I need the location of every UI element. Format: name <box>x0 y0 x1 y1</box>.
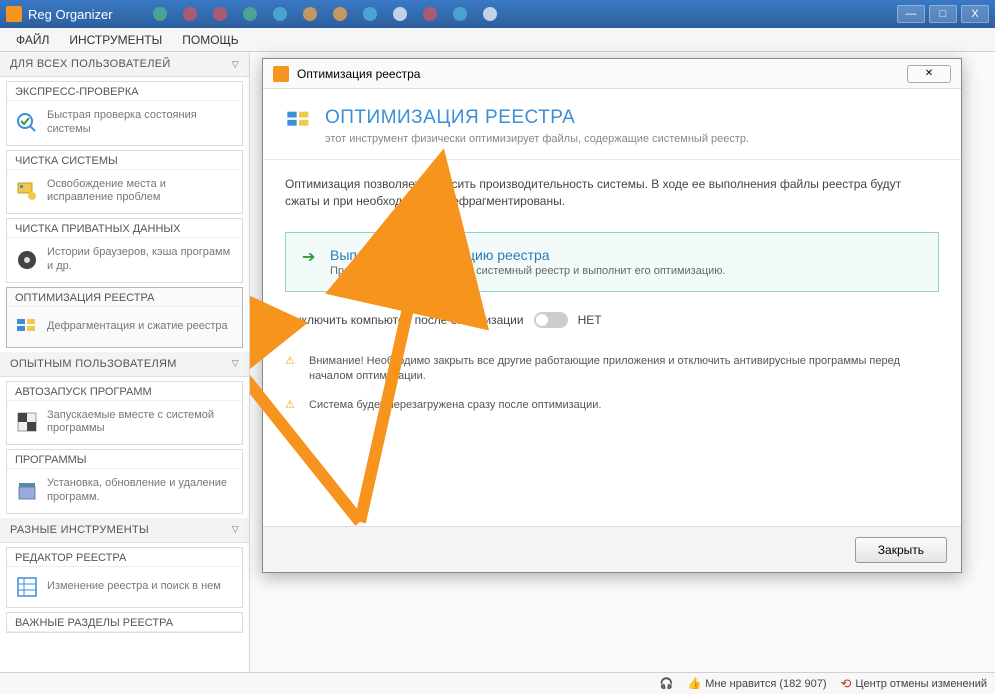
registry-header-icon <box>285 107 313 135</box>
minimize-button[interactable]: — <box>897 5 925 23</box>
thumb-up-icon: 👍 <box>688 677 702 690</box>
sidebar-item-registry-editor[interactable]: РЕДАКТОР РЕЕСТРА Изменение реестра и пои… <box>6 547 243 608</box>
run-optimization-button[interactable]: ➔ Выполнить оптимизацию реестра Программ… <box>285 232 939 292</box>
dialog-footer: Закрыть <box>263 526 961 572</box>
content-area: ◀ ▶ Оптимизация реестра ✕ ОПТИМИЗАЦИЯ РЕ… <box>250 52 995 672</box>
section-label: ДЛЯ ВСЕХ ПОЛЬЗОВАТЕЛЕЙ <box>10 58 171 70</box>
undo-label: Центр отмены изменений <box>855 678 987 690</box>
card-title: ЧИСТКА ПРИВАТНЫХ ДАННЫХ <box>7 219 242 238</box>
arrow-right-icon: ➔ <box>302 247 318 277</box>
warning-1: ⚠ Внимание! Необходимо закрыть все други… <box>285 354 939 385</box>
chevron-down-icon: ▽ <box>232 59 239 70</box>
card-desc: Запускаемые вместе с системой программы <box>47 409 234 437</box>
chevron-down-icon: ▽ <box>232 358 239 369</box>
shutdown-label: Выключить компьютер после оптимизации <box>285 313 524 327</box>
card-title: РЕДАКТОР РЕЕСТРА <box>7 548 242 567</box>
app-icon <box>6 6 22 22</box>
sidebar-item-autorun[interactable]: АВТОЗАПУСК ПРОГРАММ Запускаемые вместе с… <box>6 381 243 446</box>
warning-text: Система будет перезагружена сразу после … <box>309 398 601 413</box>
broom-icon <box>15 179 39 203</box>
chevron-down-icon: ▽ <box>232 524 239 535</box>
card-desc: Освобождение места и исправление проблем <box>47 178 234 206</box>
card-desc: Дефрагментация и сжатие реестра <box>47 320 228 334</box>
action-desc: Программа проанализирует системный реест… <box>330 265 726 277</box>
shutdown-toggle-row: Выключить компьютер после оптимизации НЕ… <box>285 312 939 328</box>
sidebar-item-programs[interactable]: ПРОГРАММЫ Установка, обновление и удален… <box>6 449 243 514</box>
card-title: ЧИСТКА СИСТЕМЫ <box>7 151 242 170</box>
statusbar: 🎧 👍 Мне нравится (182 907) ⟲ Центр отмен… <box>0 672 995 694</box>
section-all-users[interactable]: ДЛЯ ВСЕХ ПОЛЬЗОВАТЕЛЕЙ ▽ <box>0 52 249 77</box>
warning-icon: ⚠ <box>285 398 299 413</box>
card-desc: Быстрая проверка состояния системы <box>47 109 234 137</box>
warning-2: ⚠ Система будет перезагружена сразу посл… <box>285 398 939 413</box>
card-title: ПРОГРАММЫ <box>7 450 242 469</box>
undo-center-link[interactable]: ⟲ Центр отмены изменений <box>840 676 987 692</box>
dialog-close-x[interactable]: ✕ <box>907 65 951 83</box>
card-desc: Истории браузеров, кэша программ и др. <box>47 246 234 274</box>
sidebar-item-registry-optimization[interactable]: ОПТИМИЗАЦИЯ РЕЕСТРА Дефрагментация и сжа… <box>6 287 243 348</box>
like-button[interactable]: 👍 Мне нравится (182 907) <box>688 677 827 690</box>
flag-icon <box>15 410 39 434</box>
sidebar-item-express-check[interactable]: ЭКСПРЕСС-ПРОВЕРКА Быстрая проверка состо… <box>6 81 243 146</box>
close-window-button[interactable]: X <box>961 5 989 23</box>
warning-text: Внимание! Необходимо закрыть все другие … <box>309 354 939 385</box>
card-desc: Изменение реестра и поиск в нем <box>47 580 221 594</box>
card-desc: Установка, обновление и удаление програм… <box>47 477 234 505</box>
dialog-subheading: этот инструмент физически оптимизирует ф… <box>325 133 749 145</box>
card-title: ВАЖНЫЕ РАЗДЕЛЫ РЕЕСТРА <box>7 613 242 632</box>
section-misc-tools[interactable]: РАЗНЫЕ ИНСТРУМЕНТЫ ▽ <box>0 518 249 543</box>
dialog-intro-text: Оптимизация позволяет повысить производи… <box>285 176 939 210</box>
warning-icon: ⚠ <box>285 354 299 385</box>
sidebar-item-important-keys[interactable]: ВАЖНЫЕ РАЗДЕЛЫ РЕЕСТРА <box>6 612 243 633</box>
app-title: Reg Organizer <box>28 7 113 22</box>
like-label: Мне нравится (182 907) <box>705 678 826 690</box>
window-titlebar: Reg Organizer — □ X <box>0 0 995 28</box>
section-experienced[interactable]: ОПЫТНЫМ ПОЛЬЗОВАТЕЛЯМ ▽ <box>0 352 249 377</box>
action-title: Выполнить оптимизацию реестра <box>330 247 726 263</box>
card-title: ОПТИМИЗАЦИЯ РЕЕСТРА <box>7 288 242 307</box>
box-icon <box>15 479 39 503</box>
dialog-icon <box>273 66 289 82</box>
registry-icon <box>15 315 39 339</box>
menubar: ФАЙЛ ИНСТРУМЕНТЫ ПОМОЩЬ <box>0 28 995 52</box>
sidebar-item-system-cleanup[interactable]: ЧИСТКА СИСТЕМЫ Освобождение места и испр… <box>6 150 243 215</box>
card-title: ЭКСПРЕСС-ПРОВЕРКА <box>7 82 242 101</box>
sidebar: ДЛЯ ВСЕХ ПОЛЬЗОВАТЕЛЕЙ ▽ ЭКСПРЕСС-ПРОВЕР… <box>0 52 250 672</box>
optimization-dialog: Оптимизация реестра ✕ ОПТИМИЗАЦИЯ РЕЕСТР… <box>262 58 962 573</box>
menu-file[interactable]: ФАЙЛ <box>6 31 59 49</box>
magnifier-check-icon <box>15 111 39 135</box>
shutdown-state: НЕТ <box>578 313 602 327</box>
dialog-title: Оптимизация реестра <box>297 67 420 81</box>
dialog-body: Оптимизация позволяет повысить производи… <box>263 160 961 444</box>
section-label: РАЗНЫЕ ИНСТРУМЕНТЫ <box>10 524 149 536</box>
section-label: ОПЫТНЫМ ПОЛЬЗОВАТЕЛЯМ <box>10 358 177 370</box>
menu-help[interactable]: ПОМОЩЬ <box>172 31 248 49</box>
card-title: АВТОЗАПУСК ПРОГРАММ <box>7 382 242 401</box>
undo-icon: ⟲ <box>840 676 851 692</box>
grid-icon <box>15 575 39 599</box>
dialog-header: ОПТИМИЗАЦИЯ РЕЕСТРА этот инструмент физи… <box>263 89 961 160</box>
dialog-heading: ОПТИМИЗАЦИЯ РЕЕСТРА <box>325 107 749 129</box>
sidebar-item-private-data[interactable]: ЧИСТКА ПРИВАТНЫХ ДАННЫХ Истории браузеро… <box>6 218 243 283</box>
support-icon[interactable]: 🎧 <box>660 677 674 690</box>
shutdown-toggle[interactable] <box>534 312 568 328</box>
menu-tools[interactable]: ИНСТРУМЕНТЫ <box>59 31 172 49</box>
disc-icon <box>15 248 39 272</box>
dialog-titlebar: Оптимизация реестра ✕ <box>263 59 961 89</box>
maximize-button[interactable]: □ <box>929 5 957 23</box>
titlebar-decorations <box>113 7 897 21</box>
close-button[interactable]: Закрыть <box>855 537 947 563</box>
